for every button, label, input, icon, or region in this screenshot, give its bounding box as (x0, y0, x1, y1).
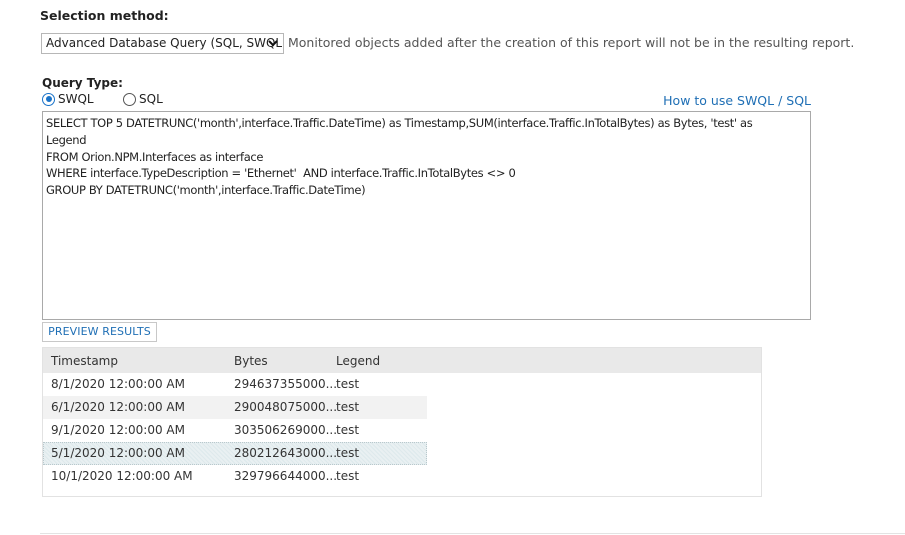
radio-sql-label: SQL (139, 92, 163, 106)
cell-legend: test (336, 377, 360, 391)
cell-bytes: 294637355000... (234, 377, 338, 391)
cell-bytes: 280212643000... (234, 446, 338, 460)
column-header-legend: Legend (336, 354, 381, 368)
selection-method-value: Advanced Database Query (SQL, SWQL) (46, 36, 284, 50)
cell-bytes: 303506269000... (234, 423, 338, 437)
table-row[interactable]: 6/1/2020 12:00:00 AM 290048075000... tes… (43, 396, 427, 419)
cell-legend: test (336, 400, 360, 414)
selection-method-label: Selection method: (40, 8, 169, 23)
preview-results-button[interactable]: PREVIEW RESULTS (42, 322, 157, 342)
cell-bytes: 329796644000... (234, 469, 338, 483)
column-header-timestamp: Timestamp (51, 354, 118, 368)
query-textarea[interactable]: SELECT TOP 5 DATETRUNC('month',interface… (42, 111, 811, 320)
chevron-down-icon (268, 40, 278, 47)
radio-sql[interactable]: SQL (123, 92, 163, 106)
cell-legend: test (336, 423, 360, 437)
table-row-selected[interactable]: 5/1/2020 12:00:00 AM 280212643000... tes… (43, 442, 427, 465)
radio-swql[interactable]: SWQL (42, 92, 94, 106)
radio-swql-label: SWQL (58, 92, 94, 106)
table-row[interactable]: 9/1/2020 12:00:00 AM 303506269000... tes… (43, 419, 427, 442)
cell-timestamp: 5/1/2020 12:00:00 AM (51, 446, 185, 460)
cell-bytes: 290048075000... (234, 400, 338, 414)
radio-sql-circle[interactable] (123, 92, 136, 106)
table-row[interactable]: 8/1/2020 12:00:00 AM 294637355000... tes… (43, 373, 427, 396)
cell-timestamp: 8/1/2020 12:00:00 AM (51, 377, 185, 391)
selection-method-dropdown[interactable]: Advanced Database Query (SQL, SWQL) (41, 33, 284, 54)
table-row[interactable]: 10/1/2020 12:00:00 AM 329796644000... te… (43, 465, 427, 488)
radio-swql-circle[interactable] (42, 92, 55, 106)
cell-legend: test (336, 446, 360, 460)
cell-timestamp: 9/1/2020 12:00:00 AM (51, 423, 185, 437)
how-to-use-swql-link[interactable]: How to use SWQL / SQL (663, 93, 811, 108)
section-divider (40, 533, 905, 534)
query-type-label: Query Type: (42, 76, 123, 90)
results-table: Timestamp Bytes Legend 8/1/2020 12:00:00… (42, 347, 762, 497)
cell-timestamp: 6/1/2020 12:00:00 AM (51, 400, 185, 414)
results-header: Timestamp Bytes Legend (43, 348, 761, 373)
cell-legend: test (336, 469, 360, 483)
selection-note: Monitored objects added after the creati… (288, 35, 855, 50)
column-header-bytes: Bytes (234, 354, 268, 368)
cell-timestamp: 10/1/2020 12:00:00 AM (51, 469, 193, 483)
